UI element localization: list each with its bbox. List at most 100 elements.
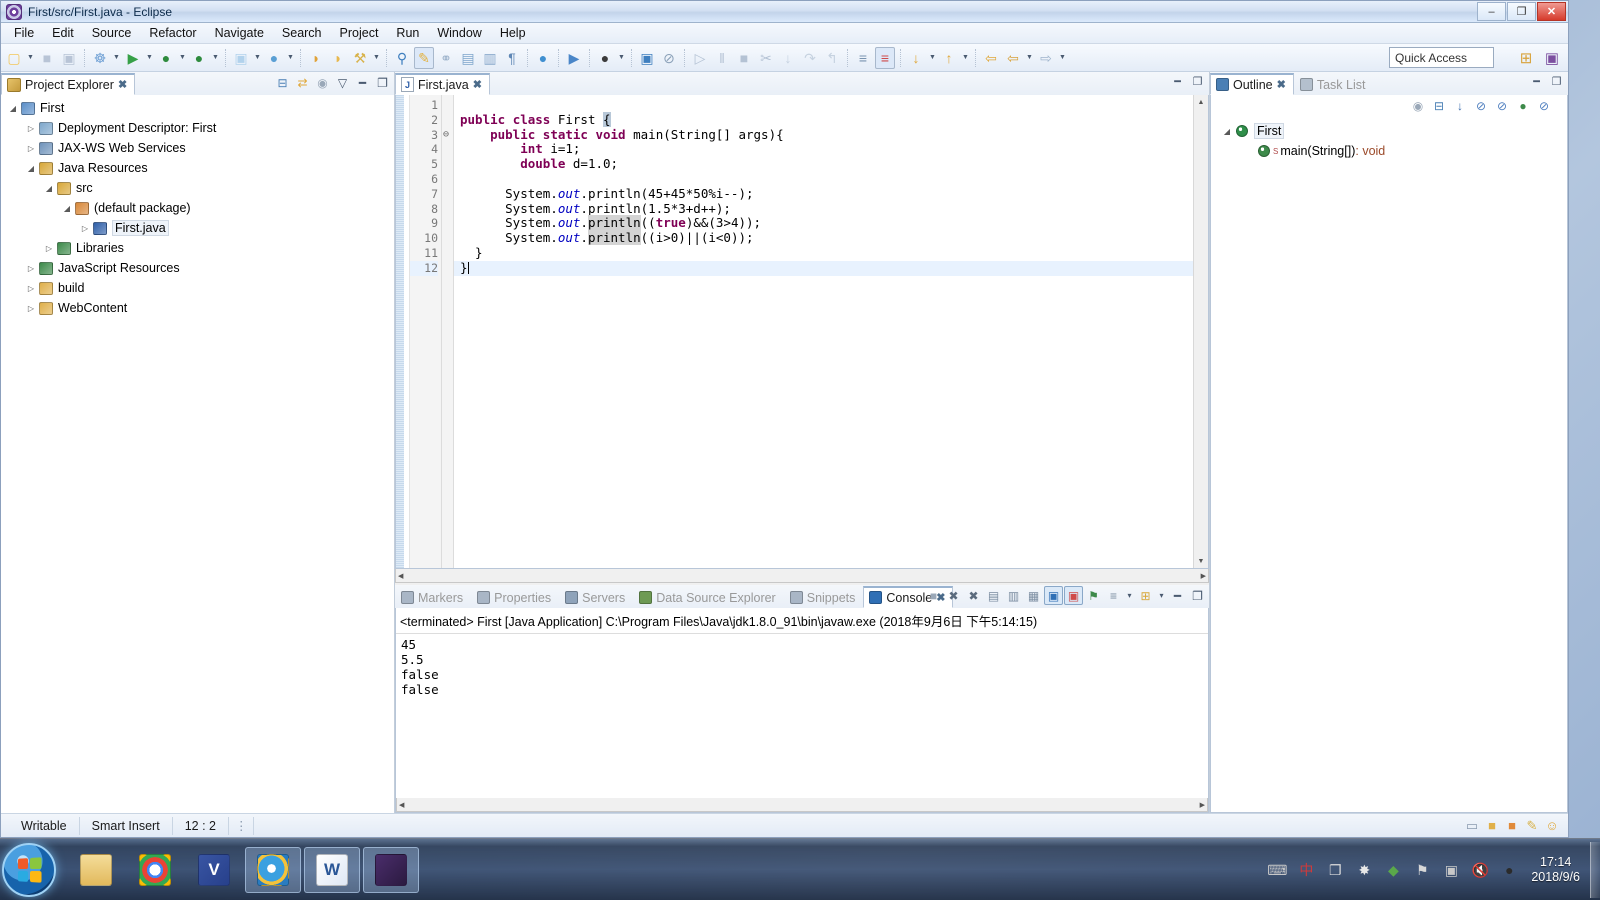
- menu-item-file[interactable]: File: [5, 24, 43, 42]
- scroll-left-icon[interactable]: ◀: [399, 801, 404, 809]
- external-tools-dropdown-icon[interactable]: ▼: [371, 47, 382, 69]
- tree-row[interactable]: ▷ build: [1, 278, 394, 298]
- code-line[interactable]: [454, 98, 1193, 113]
- run-server-dropdown-icon[interactable]: ▼: [177, 47, 188, 69]
- toggle-mark-occurrences-icon[interactable]: ✎: [414, 46, 434, 69]
- scroll-down-icon[interactable]: ▼: [1198, 554, 1205, 568]
- maximize-icon[interactable]: ❐: [1188, 73, 1207, 92]
- resume-icon[interactable]: ▷: [690, 47, 710, 69]
- chevron-right-icon[interactable]: ▷: [25, 124, 37, 133]
- tree-row[interactable]: ◢ src: [1, 178, 394, 198]
- editor-vertical-scrollbar[interactable]: ▲ ▼: [1193, 95, 1208, 568]
- annotation-ruler[interactable]: [396, 95, 410, 568]
- maximize-icon[interactable]: ❐: [373, 73, 392, 92]
- tree-row[interactable]: ▷ JAX-WS Web Services: [1, 138, 394, 158]
- last-edit-location-icon[interactable]: ↓: [906, 47, 926, 69]
- start-button[interactable]: [2, 842, 56, 897]
- tab-servers[interactable]: Servers: [559, 586, 633, 608]
- menu-item-run[interactable]: Run: [387, 24, 428, 42]
- scroll-left-icon[interactable]: ◀: [398, 572, 403, 580]
- run-dropdown-icon[interactable]: ▼: [144, 47, 155, 69]
- save-all-icon[interactable]: ▣: [59, 47, 79, 69]
- sort-icon[interactable]: ↓: [1451, 97, 1469, 115]
- save-icon[interactable]: ■: [37, 47, 57, 69]
- word-wrap-icon[interactable]: ▦: [1024, 586, 1043, 605]
- next-edit-location-icon[interactable]: ↑: [939, 47, 959, 69]
- code-line[interactable]: }: [454, 245, 1193, 261]
- stop-server-dropdown-icon[interactable]: ▼: [210, 47, 221, 69]
- collapse-all-icon[interactable]: ⊟: [1430, 97, 1448, 115]
- user-dropdown-icon[interactable]: ▼: [616, 47, 627, 69]
- tree-row[interactable]: ◢ (default package): [1, 198, 394, 218]
- maximize-icon[interactable]: ❐: [1547, 73, 1566, 92]
- external-tools-icon[interactable]: ⚒: [350, 47, 370, 69]
- new-css-icon[interactable]: ¶: [502, 47, 522, 69]
- chevron-right-icon[interactable]: ▷: [25, 304, 37, 313]
- tab-task-list[interactable]: Task List: [1294, 73, 1374, 95]
- close-button[interactable]: ✕: [1537, 2, 1566, 21]
- menu-item-help[interactable]: Help: [491, 24, 535, 42]
- web-browser-icon[interactable]: ●: [533, 47, 553, 69]
- remove-all-terminated-icon[interactable]: ✖: [964, 586, 983, 605]
- keyboard-icon[interactable]: ⌨: [1267, 860, 1287, 880]
- user-icon[interactable]: ●: [595, 47, 615, 69]
- menu-item-refactor[interactable]: Refactor: [140, 24, 205, 42]
- taskbar-visio[interactable]: V: [186, 847, 242, 893]
- chevron-down-icon[interactable]: ◢: [43, 184, 55, 193]
- display-selected-console-icon[interactable]: ≡: [1104, 586, 1123, 605]
- hide-fields-icon[interactable]: ⊘: [1472, 97, 1490, 115]
- show-console-on-error-icon[interactable]: ▣: [1064, 586, 1083, 605]
- search-icon[interactable]: ⚲: [392, 47, 412, 69]
- scroll-right-icon[interactable]: ▶: [1201, 572, 1206, 580]
- profile-icon[interactable]: ▶: [564, 47, 584, 69]
- open-resource-icon[interactable]: ◗: [328, 47, 348, 69]
- step-return-icon[interactable]: ↰: [822, 47, 842, 69]
- view-menu-icon[interactable]: ▽: [333, 73, 352, 92]
- code-line[interactable]: }: [454, 260, 1193, 276]
- chevron-down-icon[interactable]: ◢: [7, 104, 19, 113]
- debug-icon[interactable]: ☸: [90, 47, 110, 69]
- chevron-right-icon[interactable]: ▷: [25, 144, 37, 153]
- tree-row[interactable]: ◢ Java Resources: [1, 158, 394, 178]
- new-wizard-icon[interactable]: ▢: [4, 47, 24, 69]
- code-line[interactable]: System.out.println((true)&&(3>4));: [454, 215, 1193, 231]
- previous-icon[interactable]: ⇦: [1003, 47, 1023, 69]
- tree-row[interactable]: ◢ First: [1, 98, 394, 118]
- code-line[interactable]: System.out.println(45+45*50%i--);: [454, 186, 1193, 202]
- menu-item-edit[interactable]: Edit: [43, 24, 83, 42]
- editor-horizontal-scrollbar[interactable]: ◀ ▶: [395, 569, 1209, 583]
- orange-box-icon[interactable]: ■: [1504, 818, 1520, 834]
- new-java-project-dropdown-icon[interactable]: ▼: [252, 47, 263, 69]
- fold-marker[interactable]: ⊖: [442, 128, 453, 143]
- minimize-icon[interactable]: ━: [1168, 73, 1187, 92]
- previous-dropdown-icon[interactable]: ▼: [1024, 47, 1035, 69]
- taskbar-eclipse[interactable]: [363, 846, 419, 893]
- minimize-icon[interactable]: ━: [1527, 73, 1546, 92]
- close-icon[interactable]: ✖: [1277, 78, 1286, 91]
- new-html-icon[interactable]: ▥: [480, 47, 500, 69]
- step-into-icon[interactable]: ↓: [778, 47, 798, 69]
- new-servlet-icon[interactable]: ●: [264, 47, 284, 69]
- tree-row[interactable]: ▷ Libraries: [1, 238, 394, 258]
- chevron-down-icon[interactable]: ◢: [61, 204, 73, 213]
- taskbar-ie[interactable]: [245, 846, 301, 893]
- smartphone-icon[interactable]: ▭: [1464, 818, 1480, 834]
- show-desktop-button[interactable]: [1590, 841, 1600, 898]
- window-switch-icon[interactable]: ❐: [1325, 860, 1345, 880]
- minimize-icon[interactable]: ━: [353, 73, 372, 92]
- menu-item-source[interactable]: Source: [83, 24, 141, 42]
- next-edit-location-dropdown-icon[interactable]: ▼: [960, 47, 971, 69]
- code-line[interactable]: double d=1.0;: [454, 156, 1193, 172]
- minimize-icon[interactable]: ━: [1168, 586, 1187, 605]
- code-line[interactable]: public static void main(String[] args){: [454, 127, 1193, 143]
- new-wizard-dropdown-icon[interactable]: ▼: [25, 47, 36, 69]
- taskbar-clock[interactable]: 17:14 2018/9/6: [1525, 855, 1590, 885]
- forward-icon[interactable]: ⇨: [1036, 47, 1056, 69]
- last-edit-location-dropdown-icon[interactable]: ▼: [927, 47, 938, 69]
- tree-row[interactable]: ▷ JavaScript Resources: [1, 258, 394, 278]
- skip-breakpoints-icon[interactable]: ⊘: [659, 47, 679, 69]
- open-console-dropdown-icon[interactable]: ▾: [1156, 586, 1167, 605]
- taskbar-chrome[interactable]: [127, 847, 183, 893]
- next-annotation-icon[interactable]: ≡: [853, 47, 873, 69]
- previous-annotation-icon[interactable]: ≡: [875, 46, 895, 69]
